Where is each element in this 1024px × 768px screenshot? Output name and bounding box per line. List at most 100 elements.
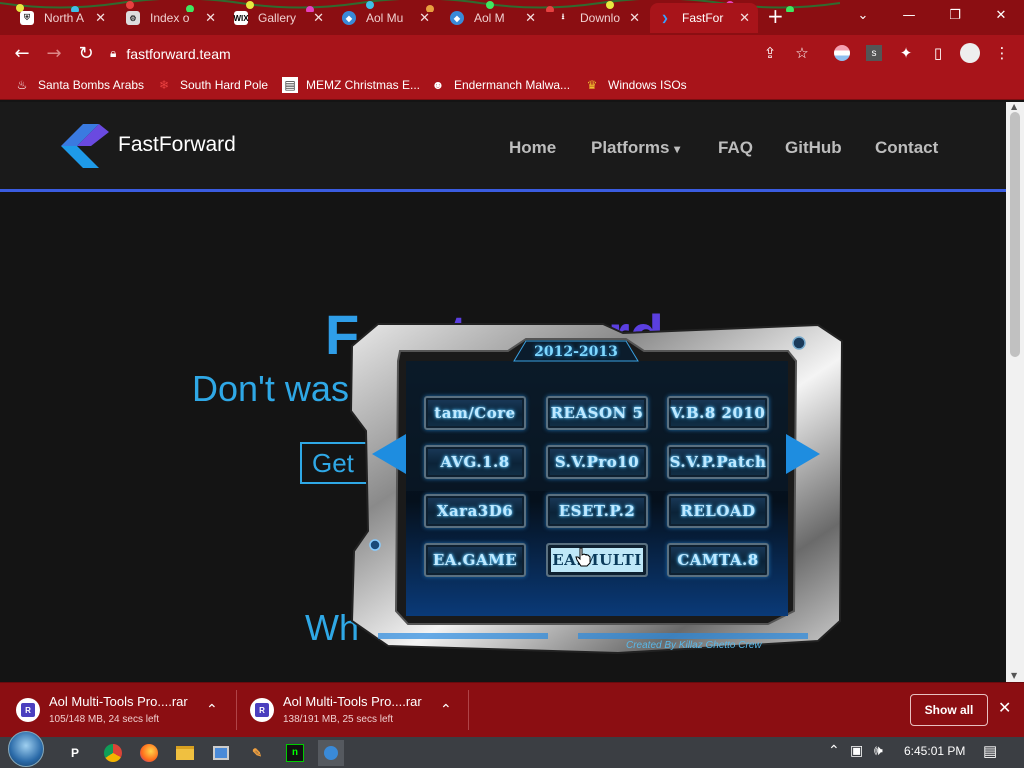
- tool-button-highlighted[interactable]: EA.MULTI: [546, 543, 648, 577]
- site-header: FastForward Home Platforms ▾ FAQ GitHub …: [0, 102, 1006, 192]
- show-all-button[interactable]: Show all: [910, 694, 988, 726]
- profile-avatar-icon[interactable]: [960, 43, 980, 63]
- file-explorer-icon[interactable]: [172, 740, 198, 766]
- firefox-icon[interactable]: [136, 740, 162, 766]
- task-view-icon[interactable]: [63, 740, 89, 766]
- bookmark-item[interactable]: ▤ MEMZ Christmas E...: [282, 76, 420, 94]
- forward-button[interactable]: →: [42, 41, 66, 65]
- close-icon[interactable]: ✕: [998, 698, 1011, 717]
- start-button[interactable]: [8, 731, 44, 767]
- tool-button[interactable]: ESET.P.2: [546, 494, 648, 528]
- close-icon[interactable]: ✕: [419, 10, 430, 26]
- tool-button[interactable]: CAMTA.8: [667, 543, 769, 577]
- download-status: 105/148 MB, 24 secs left: [49, 714, 160, 725]
- nav-home[interactable]: Home: [509, 138, 556, 158]
- scrollbar-thumb[interactable]: [1010, 112, 1020, 357]
- minimize-button[interactable]: —: [886, 0, 932, 30]
- tool-button[interactable]: RELOAD: [667, 494, 769, 528]
- download-item[interactable]: R Aol Multi-Tools Pro....rar 138/191 MB,…: [250, 693, 460, 729]
- tab-fastforward[interactable]: ❯ FastFor ✕: [650, 3, 758, 33]
- close-window-button[interactable]: ✕: [978, 0, 1024, 30]
- menu-kebab-icon[interactable]: ⋮: [992, 43, 1012, 63]
- page-icon: ▤: [282, 77, 298, 93]
- tab-index[interactable]: ⚙ Index o ✕: [118, 3, 224, 33]
- year-label: 2012-2013: [534, 344, 618, 360]
- chevron-up-icon[interactable]: ⌃: [440, 702, 452, 718]
- tool-button[interactable]: AVG.1.8: [424, 445, 526, 479]
- bookmark-item[interactable]: ♛ Windows ISOs: [584, 76, 687, 94]
- tab-aol-1[interactable]: ◆ Aol Mu ✕: [334, 3, 438, 33]
- next-arrow-icon[interactable]: [786, 434, 820, 474]
- download-status: 138/191 MB, 25 secs left: [283, 714, 394, 725]
- extensions-puzzle-icon[interactable]: ✦: [896, 43, 916, 63]
- tools-icon[interactable]: ✎: [244, 740, 270, 766]
- extension-flag-icon[interactable]: [832, 43, 852, 63]
- back-button[interactable]: ←: [10, 41, 34, 65]
- close-icon[interactable]: ✕: [629, 10, 640, 26]
- nav-github[interactable]: GitHub: [785, 138, 842, 158]
- tab-title: Gallery: [258, 11, 297, 25]
- terminal-icon[interactable]: n: [282, 740, 308, 766]
- tool-button[interactable]: V.B.8 2010: [667, 396, 769, 430]
- tool-button[interactable]: S.V.Pro10: [546, 445, 648, 479]
- site-brand[interactable]: FastForward: [118, 133, 236, 157]
- previous-arrow-icon[interactable]: [372, 434, 406, 474]
- tool-button[interactable]: Xara3D6: [424, 494, 526, 528]
- trophy-icon: ♛: [586, 78, 598, 92]
- windows-taskbar: P ✎ n ⌃ ▣ 🕪︎ 6:45:01 PM ▤: [0, 731, 1024, 768]
- tab-gallery[interactable]: WIX Gallery ✕: [226, 3, 332, 33]
- download-icon: ⭳: [561, 12, 565, 21]
- restore-button[interactable]: ❐: [932, 0, 978, 30]
- nav-platforms[interactable]: Platforms ▾: [591, 138, 680, 158]
- tool-button[interactable]: tam/Core: [424, 396, 526, 430]
- download-item[interactable]: R Aol Multi-Tools Pro....rar 105/148 MB,…: [16, 693, 226, 729]
- bookmark-item[interactable]: ❄ South Hard Pole: [156, 76, 268, 94]
- nav-contact[interactable]: Contact: [875, 138, 938, 158]
- tab-downloads[interactable]: ⭳ Downlo ✕: [548, 3, 648, 33]
- rar-file-icon: R: [250, 698, 274, 722]
- chrome-icon[interactable]: [100, 740, 126, 766]
- volume-icon[interactable]: 🕪︎: [874, 742, 883, 759]
- tab-aol-2[interactable]: ◆ Aol M ✕: [442, 3, 544, 33]
- bookmark-item[interactable]: ☻ Endermanch Malwa...: [430, 76, 570, 94]
- address-bar[interactable]: 🔒︎ fastforward.team: [110, 40, 824, 67]
- tab-search-button[interactable]: ⌄: [840, 0, 886, 30]
- page-scrollbar[interactable]: ▲ ▼: [1006, 102, 1024, 682]
- new-tab-button[interactable]: +: [767, 6, 784, 26]
- close-icon[interactable]: ✕: [313, 10, 324, 26]
- url-text: fastforward.team: [126, 45, 231, 62]
- aol-tool-taskbar-icon[interactable]: [318, 740, 344, 766]
- hand-cursor-icon: [575, 547, 591, 567]
- divider: [236, 690, 237, 730]
- multi-tools-popup[interactable]: 2012-2013 tam/Core REASON 5 V.B.8 2010 A…: [348, 321, 844, 654]
- tray-overflow-icon[interactable]: ⌃: [828, 742, 840, 759]
- notifications-icon[interactable]: ▤: [983, 742, 997, 760]
- side-panel-icon[interactable]: ▯: [928, 43, 948, 63]
- tab-north[interactable]: ⛨ North A ✕: [12, 3, 114, 33]
- nav-faq[interactable]: FAQ: [718, 138, 753, 158]
- downloads-bar: R Aol Multi-Tools Pro....rar 105/148 MB,…: [0, 682, 1024, 737]
- reload-button[interactable]: ↻: [74, 41, 98, 65]
- control-panel-icon[interactable]: [208, 740, 234, 766]
- network-icon[interactable]: ▣: [850, 742, 863, 759]
- clock[interactable]: 6:45:01 PM: [904, 744, 965, 758]
- tool-button[interactable]: S.V.P.Patch: [667, 445, 769, 479]
- extension-s-icon[interactable]: s: [864, 43, 884, 63]
- chevron-up-icon[interactable]: ⌃: [206, 702, 218, 718]
- tool-button[interactable]: REASON 5: [546, 396, 648, 430]
- bookmark-item[interactable]: ♨ Santa Bombs Arabs: [14, 76, 144, 94]
- scroll-up-icon[interactable]: ▲: [1011, 102, 1017, 111]
- bookmark-star-icon[interactable]: ☆: [792, 43, 812, 63]
- bookmark-label: Endermanch Malwa...: [454, 78, 571, 92]
- close-icon[interactable]: ✕: [739, 10, 750, 26]
- close-icon[interactable]: ✕: [205, 10, 216, 26]
- share-icon[interactable]: ⇪: [760, 43, 780, 63]
- close-icon[interactable]: ✕: [95, 10, 106, 26]
- credit-text: Created By Killaz Ghetto Crew: [626, 640, 762, 651]
- bookmark-label: MEMZ Christmas E...: [306, 78, 421, 92]
- close-icon[interactable]: ✕: [525, 10, 536, 26]
- snowflake-icon: ❄: [158, 78, 170, 92]
- tool-button[interactable]: EA.GAME: [424, 543, 526, 577]
- lock-icon: 🔒︎: [110, 46, 117, 60]
- scroll-down-icon[interactable]: ▼: [1011, 671, 1017, 680]
